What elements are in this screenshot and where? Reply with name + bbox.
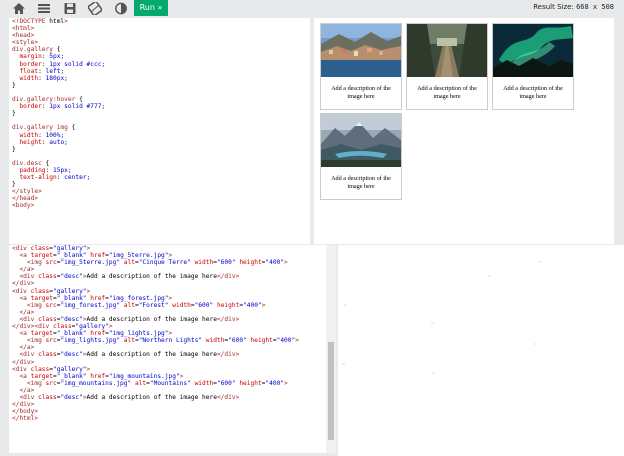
gallery-item[interactable]: Add a description of the image here	[320, 113, 402, 200]
render-artifact	[342, 363, 345, 365]
code-line: margin: 5px;	[19, 53, 65, 61]
code-line: </a>	[19, 266, 35, 274]
code-line: <div class="gallery">	[12, 245, 91, 252]
forest-image[interactable]	[407, 24, 487, 77]
code-line: </div><div class="gallery">	[12, 323, 113, 331]
render-artifact	[431, 322, 434, 324]
menu-icon[interactable]	[37, 2, 51, 15]
code-line: </div>	[12, 280, 35, 288]
code-line: <div class="desc">Add a description of t…	[19, 273, 240, 281]
code-line: height: auto;	[19, 138, 68, 146]
gallery-description: Add a description of the image here	[503, 85, 563, 100]
gallery-description: Add a description of the image here	[331, 175, 391, 190]
code-line: div.gallery {	[12, 46, 61, 54]
code-line: div.gallery:hover {	[12, 96, 83, 104]
code-line: div.gallery img {	[12, 124, 76, 132]
code-line: <a target="_blank" href="img_5terre.jpg"…	[19, 252, 173, 260]
code-line: <img src="img_forest.jpg" alt="Forest" w…	[26, 301, 266, 309]
code-line: border: 1px solid #777;	[19, 103, 106, 111]
home-icon[interactable]	[12, 2, 26, 15]
result-preview: Add a description of the image here Add …	[314, 18, 614, 244]
contrast-icon[interactable]	[114, 2, 128, 15]
result-preview-lower	[338, 245, 624, 456]
render-artifact	[534, 343, 537, 345]
gallery-description: Add a description of the image here	[331, 85, 391, 100]
code-line: <html>	[12, 25, 35, 33]
gallery-description: Add a description of the image here	[417, 85, 477, 100]
code-line: }	[12, 110, 16, 118]
code-line: </a>	[19, 386, 35, 394]
render-artifact	[539, 261, 542, 263]
code-line: <!DOCTYPE html>	[12, 18, 68, 25]
result-size: Result Size: 668 x 508	[533, 3, 614, 11]
code-line: </body>	[12, 408, 39, 416]
code-line: float: left;	[19, 67, 65, 75]
code-line: border: 1px solid #ccc;	[19, 60, 106, 68]
code-line: text-align: center;	[19, 174, 91, 182]
code-line: <div class="desc">Add a description of t…	[19, 351, 240, 359]
code-line: <img src="img_mountains.jpg" alt="Mounta…	[26, 379, 288, 387]
code-editor-top[interactable]: <!DOCTYPE html> <html> <head> <style> div.ga…	[9, 18, 310, 244]
code-line: <img src="img_lights.jpg" alt="Northern …	[26, 337, 299, 345]
code-line: }	[12, 145, 16, 153]
result-size-label: Result Size:	[533, 3, 574, 11]
save-icon[interactable]	[63, 2, 77, 15]
code-line: <div class="desc">Add a description of t…	[19, 315, 240, 323]
code-line: div.desc {	[12, 159, 50, 167]
render-artifact	[488, 275, 491, 277]
code-line: <a target="_blank" href="img_forest.jpg"…	[19, 294, 173, 302]
code-line: <style>	[12, 39, 39, 47]
code-line: </div>	[12, 401, 35, 409]
code-line: }	[12, 81, 16, 89]
run-button[interactable]: Run »	[134, 0, 168, 16]
gallery-item[interactable]: Add a description of the image here	[492, 23, 574, 110]
code-line: <head>	[12, 32, 35, 40]
rotate-icon[interactable]	[88, 2, 102, 15]
code-line: width: 180px;	[19, 74, 68, 82]
code-line: }	[12, 181, 16, 189]
result-size-value: 668 x 508	[576, 3, 614, 11]
code-line: <div class="gallery">	[12, 365, 91, 373]
code-line: <img src="img_5terre.jpg" alt="Cinque Te…	[26, 259, 288, 267]
editor-scrollbar-thumb[interactable]	[328, 342, 334, 440]
code-line: <div class="gallery">	[12, 287, 91, 295]
code-line: </a>	[19, 308, 35, 316]
gallery-item[interactable]: Add a description of the image here	[406, 23, 488, 110]
code-line: padding: 15px;	[19, 166, 72, 174]
cinque-terre-image[interactable]	[321, 24, 401, 77]
code-editor-bottom[interactable]: <div class="gallery"> <a target="_blank"…	[9, 245, 326, 453]
gallery-item[interactable]: Add a description of the image here	[320, 23, 402, 110]
code-line: </div>	[12, 358, 35, 366]
code-line: <body>	[12, 202, 35, 210]
code-line: </html>	[12, 415, 39, 423]
toolbar: Run » Result Size: 668 x 508	[0, 0, 624, 17]
render-artifact	[344, 304, 347, 306]
code-line: <a target="_blank" href="img_mountains.j…	[19, 372, 184, 380]
code-line: width: 100%;	[19, 131, 65, 139]
mountains-image[interactable]	[321, 114, 401, 167]
code-line: </a>	[19, 344, 35, 352]
code-line: </style>	[12, 188, 42, 196]
render-artifact	[432, 372, 435, 374]
code-line: </head>	[12, 195, 39, 203]
northern-lights-image[interactable]	[493, 24, 573, 77]
code-line: <div class="desc">Add a description of t…	[19, 393, 240, 401]
code-line: <a target="_blank" href="img_lights.jpg"…	[19, 330, 173, 338]
